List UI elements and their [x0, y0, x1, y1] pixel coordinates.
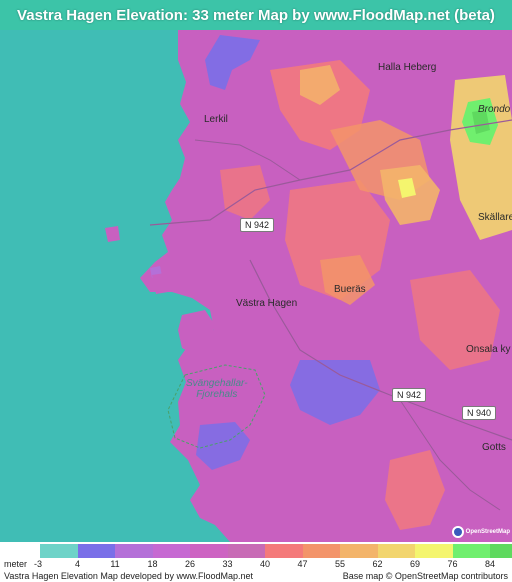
- legend-tick-label: 76: [447, 559, 458, 569]
- legend-tick-label: 69: [409, 559, 421, 569]
- osm-logo-text: OpenStreetMap: [465, 529, 510, 535]
- magnifier-icon: [452, 526, 464, 538]
- legend-swatch: [415, 544, 453, 558]
- label-halla-heberg: Halla Heberg: [378, 62, 437, 73]
- legend-tick-label: 84: [484, 559, 496, 569]
- label-skallare: Skällare: [478, 212, 512, 223]
- legend-tick-label: 33: [222, 559, 233, 569]
- label-gotts: Gotts: [482, 442, 506, 453]
- legend-swatch: [302, 544, 340, 558]
- legend-tick-label: 55: [334, 559, 346, 569]
- legend-swatch: [490, 544, 512, 558]
- legend-swatch: [190, 544, 228, 558]
- legend-tick-label: 26: [184, 559, 196, 569]
- road-shield-n942-north: N 942: [240, 218, 275, 232]
- label-vastra-hagen: Västra Hagen: [236, 298, 298, 309]
- openstreetmap-logo[interactable]: OpenStreetMap: [452, 524, 510, 540]
- footer: Vastra Hagen Elevation Map developed by …: [0, 571, 512, 582]
- legend-tick-label: 4: [74, 559, 81, 569]
- legend-unit-label: meter: [4, 559, 28, 569]
- legend-swatch: [452, 544, 490, 558]
- elevation-map[interactable]: Halla Heberg Lerkil Brondo Skällare Väst…: [0, 30, 512, 542]
- legend-tick-label: -3: [34, 559, 43, 569]
- legend-swatch: [115, 544, 153, 558]
- legend-swatch: [152, 544, 190, 558]
- label-bueras: Bueräs: [334, 284, 366, 295]
- legend-swatch: [227, 544, 265, 558]
- road-shield-n942-south: N 942: [392, 388, 427, 402]
- legend-tick-label: 47: [297, 559, 308, 569]
- page-title: Vastra Hagen Elevation: 33 meter Map by …: [17, 6, 495, 24]
- legend-swatches: [40, 544, 512, 558]
- map-header: Vastra Hagen Elevation: 33 meter Map by …: [0, 0, 512, 30]
- legend-swatch: [40, 544, 78, 558]
- legend-tick-label: 11: [110, 559, 120, 569]
- legend-swatch: [77, 544, 115, 558]
- legend-tick-label: 18: [147, 559, 158, 569]
- legend-swatch: [265, 544, 303, 558]
- legend-tick-label: 62: [372, 559, 383, 569]
- footer-credit[interactable]: Vastra Hagen Elevation Map developed by …: [4, 571, 253, 581]
- elevation-legend: meter -3 4 11 18 26 33 40 47 55 62 69 76 84 Vastra H…: [0, 542, 512, 582]
- label-svangehallar-line2: Fjorehals: [196, 389, 238, 400]
- legend-ticks: meter -3 4 11 18 26 33 40 47 55 62 69 76 84: [0, 559, 512, 570]
- legend-swatch: [340, 544, 378, 558]
- label-onsala: Onsala ky: [466, 344, 511, 355]
- map-canvas: [0, 30, 512, 542]
- legend-tick-label: 40: [259, 559, 271, 569]
- road-shield-n940: N 940: [462, 406, 497, 420]
- footer-attribution[interactable]: Base map © OpenStreetMap contributors: [343, 571, 508, 581]
- legend-swatch: [377, 544, 415, 558]
- label-brondo: Brondo: [478, 104, 511, 115]
- label-svangehallar: Svängehallar- Fjorehals: [186, 378, 248, 400]
- label-svangehallar-line1: Svängehallar-: [186, 378, 248, 389]
- label-lerkil: Lerkil: [204, 114, 228, 125]
